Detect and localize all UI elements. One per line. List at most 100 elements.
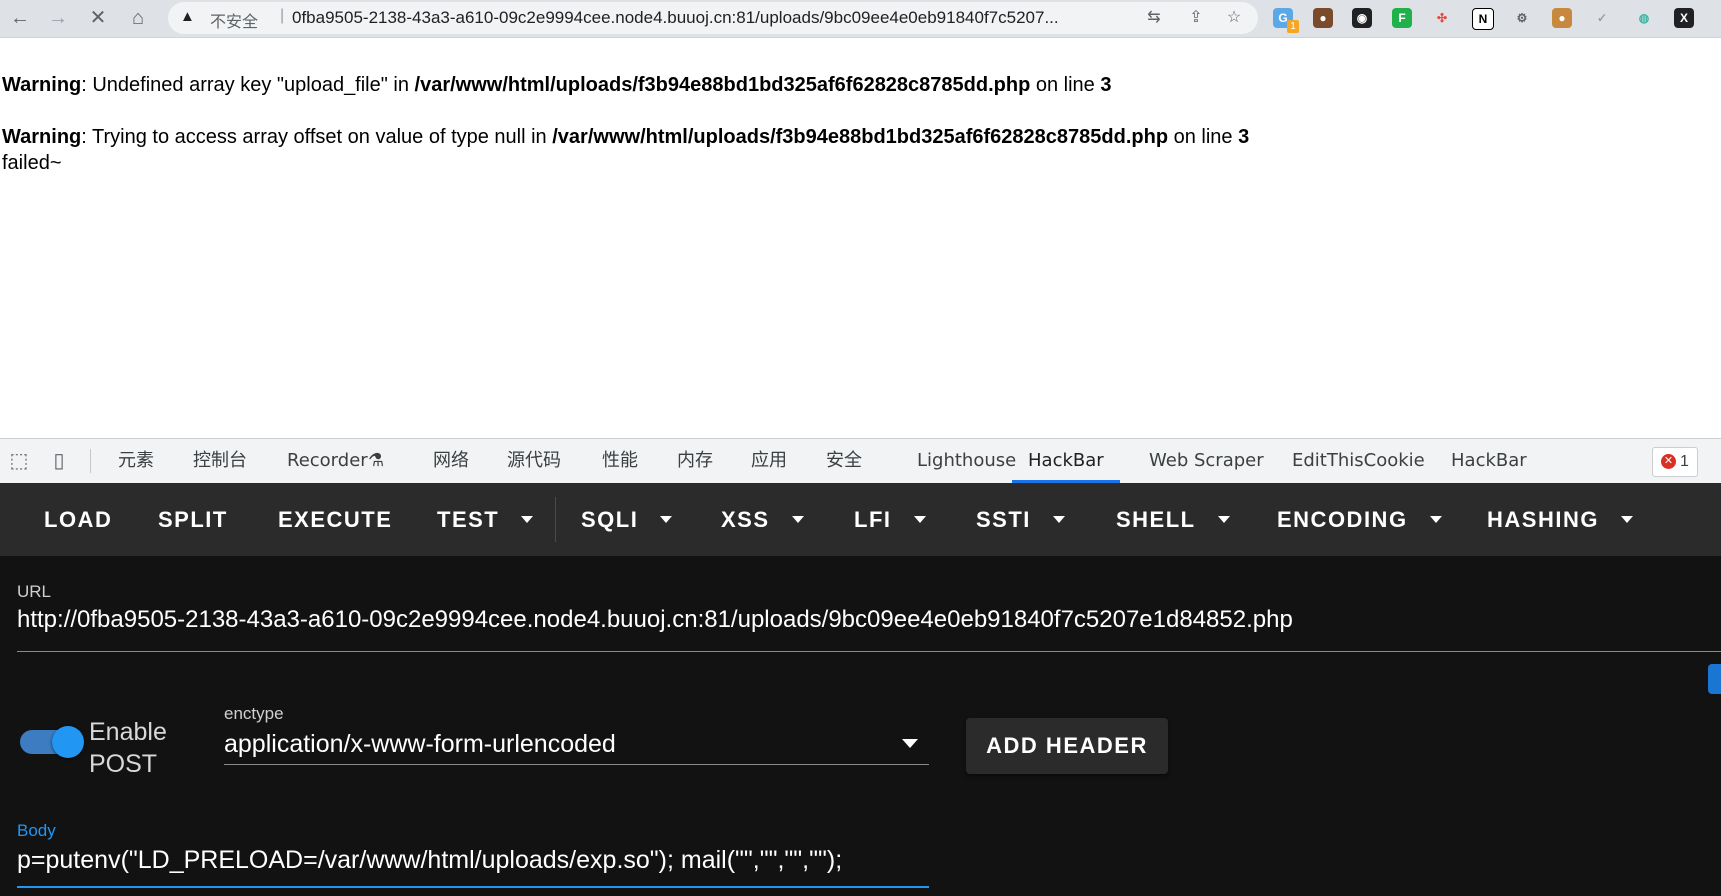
tab-application[interactable]: 应用 xyxy=(751,439,787,483)
back-arrow-icon[interactable]: ← xyxy=(6,4,34,32)
pinwheel-extension-icon[interactable]: ✣ xyxy=(1432,8,1452,28)
body-input[interactable]: p=putenv("LD_PRELOAD=/var/www/html/uploa… xyxy=(17,846,842,875)
home-icon[interactable]: ⌂ xyxy=(124,4,152,32)
address-separator: | xyxy=(280,7,285,24)
enctype-select[interactable]: application/x-www-form-urlencoded xyxy=(224,730,616,759)
ssti-label: SSTI xyxy=(976,507,1031,532)
tab-recorder[interactable]: Recorder xyxy=(287,439,368,483)
warning-icon[interactable]: ▲ xyxy=(180,8,195,25)
ssti-menu-button[interactable]: SSTI xyxy=(976,483,1065,556)
tab-memory[interactable]: 内存 xyxy=(677,439,713,483)
warning-line: Warning: Undefined array key "upload_fil… xyxy=(2,72,1249,98)
hashing-label: HASHING xyxy=(1487,507,1599,532)
divider xyxy=(90,449,91,473)
enctype-label: enctype xyxy=(224,704,284,723)
warning-message: : Trying to access array offset on value… xyxy=(81,126,553,148)
output-text: failed~ xyxy=(2,152,62,174)
device-toolbar-icon[interactable]: ▯ xyxy=(46,449,72,473)
browser-toolbar: ← → ✕ ⌂ ▲ 不安全 | 0fba9505-2138-43a3-a610-… xyxy=(0,0,1721,38)
toggle-knob[interactable] xyxy=(52,726,84,758)
shell-menu-button[interactable]: SHELL xyxy=(1116,483,1230,556)
address-bar[interactable]: ▲ 不安全 | 0fba9505-2138-43a3-a610-09c2e999… xyxy=(168,2,1258,34)
body-label: Body xyxy=(17,821,56,840)
warning-label: Warning xyxy=(2,126,82,148)
warning-line: Warning: Trying to access array offset o… xyxy=(2,124,1249,150)
x-extension-icon[interactable]: X xyxy=(1674,8,1694,28)
tab-console[interactable]: 控制台 xyxy=(193,439,247,483)
warning-on-line: on line xyxy=(1030,74,1101,96)
url-underline xyxy=(17,651,1721,652)
security-label: 不安全 xyxy=(210,12,259,31)
notion-extension-icon[interactable]: N xyxy=(1472,8,1494,30)
warning-on-line: on line xyxy=(1168,126,1239,148)
tab-lighthouse[interactable]: Lighthouse xyxy=(917,439,1016,483)
execute-label: EXECUTE xyxy=(278,507,393,532)
enable-post-toggle[interactable] xyxy=(20,726,84,758)
execute-button[interactable]: EXECUTE xyxy=(278,483,392,556)
warning-line-number: 3 xyxy=(1238,126,1250,148)
body-underline xyxy=(17,886,929,888)
hashing-menu-button[interactable]: HASHING xyxy=(1487,483,1633,556)
tab-web-scraper[interactable]: Web Scraper xyxy=(1149,439,1264,483)
encoding-menu-button[interactable]: ENCODING xyxy=(1277,483,1442,556)
toolbar-divider xyxy=(555,497,556,542)
caret-down-icon xyxy=(791,515,804,523)
devtools-tab-bar: ⬚ ▯ 元素 控制台 Recorder ⚗ 网络 源代码 性能 内存 应用 安全… xyxy=(0,438,1721,484)
lfi-label: LFI xyxy=(854,507,892,532)
warning-label: Warning xyxy=(2,74,82,96)
tab-editthiscookie[interactable]: EditThisCookie xyxy=(1292,439,1425,483)
caret-down-icon xyxy=(1217,515,1230,523)
sqli-menu-button[interactable]: SQLI xyxy=(581,483,673,556)
xss-label: XSS xyxy=(721,507,770,532)
warning-message: : Undefined array key "upload_file" in xyxy=(81,74,415,96)
page-content: Warning: Undefined array key "upload_fil… xyxy=(2,72,1249,176)
lfi-menu-button[interactable]: LFI xyxy=(854,483,926,556)
error-count: 1 xyxy=(1680,453,1689,470)
cookie-extension-icon[interactable]: ● xyxy=(1552,8,1572,28)
shield-extension-icon[interactable]: ◍ xyxy=(1634,8,1654,28)
caret-down-icon xyxy=(1052,515,1065,523)
load-label: LOAD xyxy=(44,507,113,532)
caret-down-icon xyxy=(660,515,673,523)
warning-path: /var/www/html/uploads/f3b94e88bd1bd325af… xyxy=(414,74,1031,96)
split-button[interactable]: SPLIT xyxy=(158,483,228,556)
avatar-extension-icon[interactable]: ● xyxy=(1313,8,1333,28)
tab-network[interactable]: 网络 xyxy=(433,439,469,483)
enctype-underline xyxy=(224,764,929,765)
test-menu-button[interactable]: TEST xyxy=(437,483,534,556)
tab-security[interactable]: 安全 xyxy=(826,439,862,483)
extension-badge: 1 xyxy=(1287,20,1299,33)
spy-extension-icon[interactable]: ◉ xyxy=(1352,8,1372,28)
tab-hackbar[interactable]: HackBar xyxy=(1012,439,1120,483)
address-text[interactable]: 0fba9505-2138-43a3-a610-09c2e9994cee.nod… xyxy=(292,8,1059,28)
dropdown-caret-icon[interactable] xyxy=(902,739,918,748)
url-input[interactable]: http://0fba9505-2138-43a3-a610-09c2e9994… xyxy=(17,606,1293,634)
inspect-icon[interactable]: ⬚ xyxy=(6,449,32,473)
share-icon[interactable]: ⇪ xyxy=(1185,7,1207,29)
forward-arrow-icon[interactable]: → xyxy=(44,4,72,32)
gear-extension-icon[interactable]: ⚙ xyxy=(1512,8,1532,28)
stop-icon[interactable]: ✕ xyxy=(84,4,112,32)
enable-post-label: Enable POST xyxy=(89,716,167,780)
load-button[interactable]: LOAD xyxy=(44,483,112,556)
shell-label: SHELL xyxy=(1116,507,1196,532)
error-counter[interactable]: ✕ 1 xyxy=(1652,447,1698,477)
check-extension-icon[interactable]: ✓ xyxy=(1592,8,1612,28)
encoding-label: ENCODING xyxy=(1277,507,1408,532)
star-icon[interactable]: ☆ xyxy=(1223,7,1245,29)
tab-sources[interactable]: 源代码 xyxy=(507,439,561,483)
caret-down-icon xyxy=(1620,515,1633,523)
post-label: POST xyxy=(89,750,158,778)
tab-hackbar-2[interactable]: HackBar xyxy=(1451,439,1527,483)
tab-elements[interactable]: 元素 xyxy=(118,439,154,483)
caret-down-icon xyxy=(521,515,534,523)
url-label: URL xyxy=(17,582,52,601)
feedly-extension-icon[interactable]: F xyxy=(1392,8,1412,28)
sqli-label: SQLI xyxy=(581,507,639,532)
translate-icon[interactable]: ⇆ xyxy=(1143,7,1165,29)
add-header-button[interactable]: ADD HEADER xyxy=(966,718,1168,774)
tab-performance[interactable]: 性能 xyxy=(602,439,638,483)
xss-menu-button[interactable]: XSS xyxy=(721,483,804,556)
error-icon: ✕ xyxy=(1661,454,1676,470)
side-handle[interactable] xyxy=(1708,664,1721,694)
